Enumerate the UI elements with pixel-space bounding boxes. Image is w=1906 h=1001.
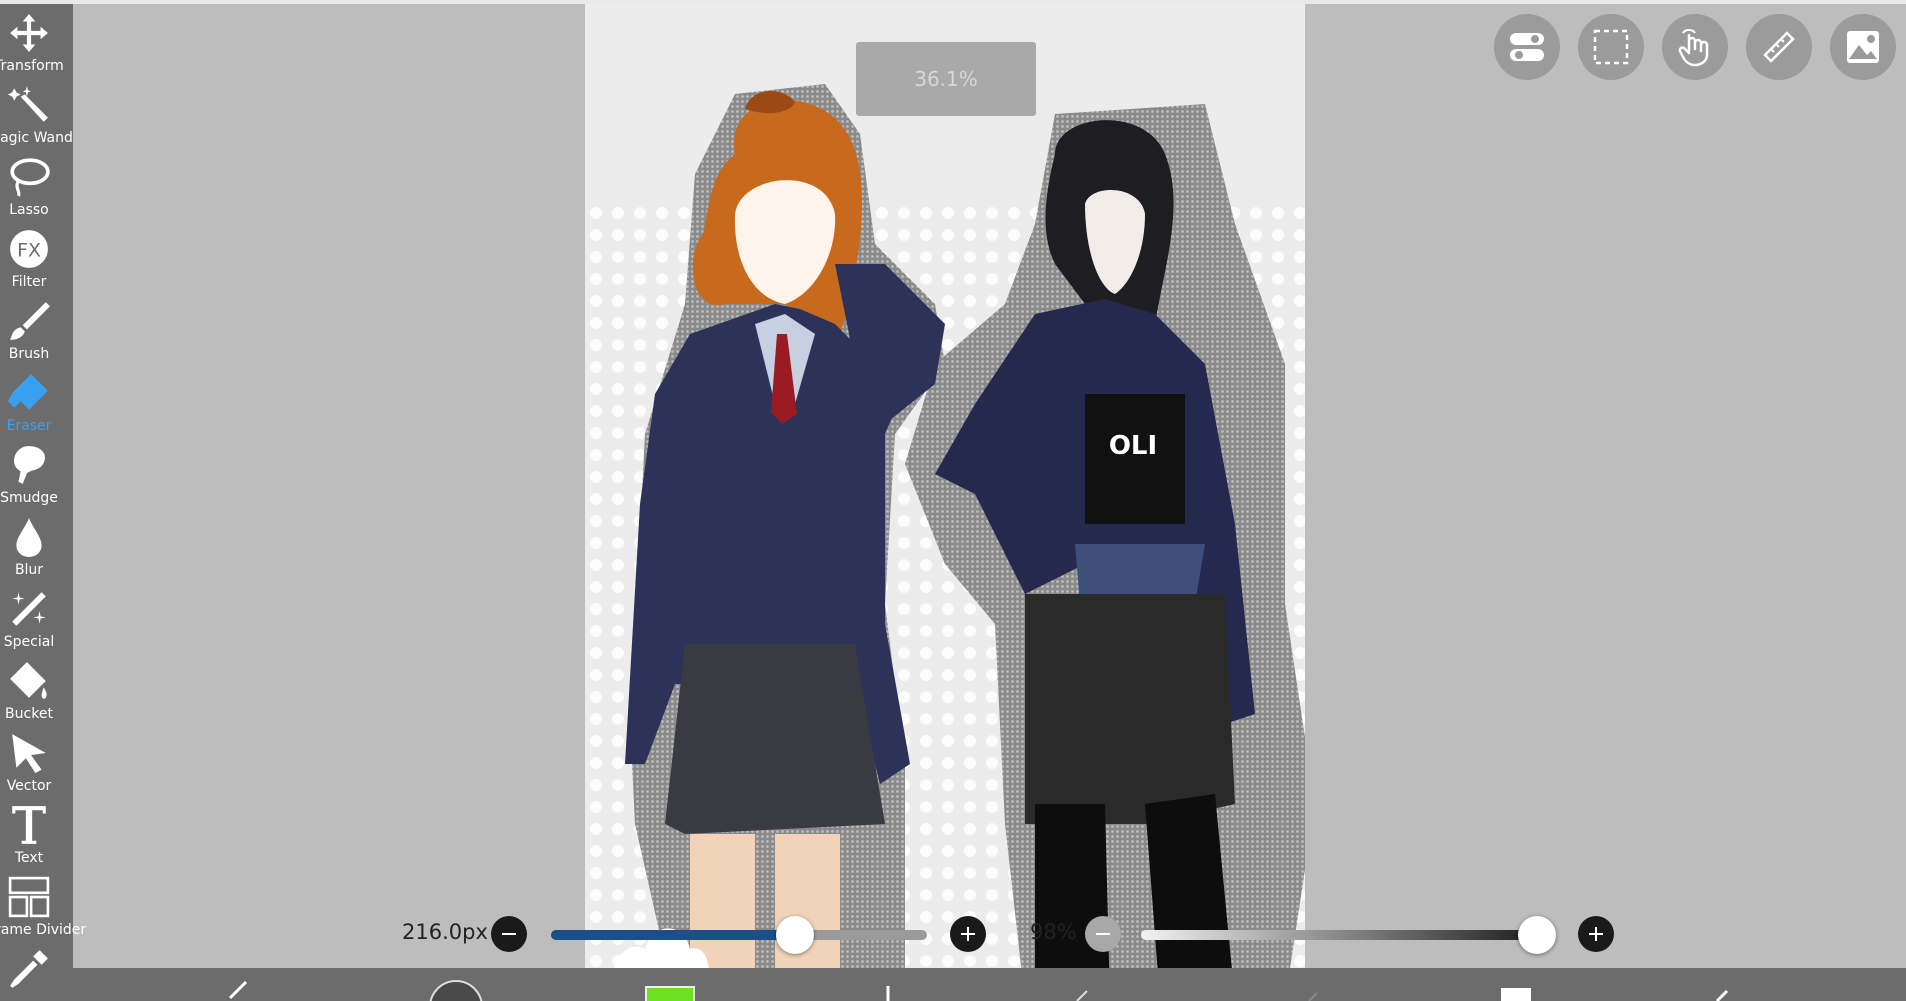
layer-button[interactable] [1830,14,1896,80]
tool-magic-wand[interactable]: Magic Wand [0,80,73,152]
tool-brush[interactable]: Brush [0,296,73,368]
lasso-icon [10,158,50,197]
plus-icon [961,927,975,941]
tool-label: Frame Divider [0,922,87,938]
ruler-button[interactable] [1746,14,1812,80]
brush-preview[interactable] [429,980,483,1001]
brush-size-decrease-button[interactable] [491,916,527,952]
opacity-increase-button[interactable] [1578,916,1614,952]
plus-icon [1589,927,1603,941]
opacity-value: 98% [1030,920,1077,944]
hand-gesture-icon [1678,29,1709,67]
redo-icon[interactable] [1073,968,1093,1001]
tool-label: Transform [0,58,64,74]
tool-special[interactable]: Special [0,584,73,656]
selection-icon [1593,29,1629,65]
brush-size-fill [551,930,796,940]
smudge-icon [14,446,45,484]
tool-label: Vector [6,778,52,794]
color-swatch[interactable] [645,986,695,1001]
filter-fx-icon: FX [10,230,48,268]
tool-label: Text [14,850,44,866]
bottom-toolbar [73,968,1906,1001]
settings-toggle-button[interactable] [1494,14,1560,80]
undo-icon[interactable] [878,968,898,1001]
ruler-icon [1763,31,1795,63]
tool-label: Special [3,634,55,650]
opacity-slider[interactable] [1141,916,1556,954]
blur-drop-icon [16,518,42,557]
eyedropper-icon [10,950,48,988]
selection-button[interactable] [1578,14,1644,80]
opacity-decrease-button[interactable] [1085,916,1121,952]
tool-eraser[interactable]: Eraser [0,368,73,440]
tool-label: Lasso [9,202,49,218]
back-icon[interactable] [1713,968,1733,1001]
tool-blur[interactable]: Blur [0,512,73,584]
tool-label: Filter [11,274,47,290]
tool-eyedropper[interactable] [0,944,73,1001]
tool-label: Smudge [0,490,58,506]
layers-icon[interactable] [1501,988,1531,1001]
tool-label: Brush [8,346,50,362]
bucket-icon [10,662,47,699]
vector-arrow-icon [12,734,46,773]
tool-bucket[interactable]: Bucket [0,656,73,728]
drawing-canvas[interactable]: OLI [585,4,1305,1001]
tool-label: Magic Wand [0,130,73,146]
eraser-icon [8,374,48,410]
opacity-thumb[interactable] [1517,916,1556,954]
artwork: OLI [585,4,1305,1001]
brush-icon [10,302,50,340]
zoom-indicator: 36.1% [856,42,1036,116]
toggle-settings-icon [1510,33,1544,61]
brush-settings-icon[interactable] [226,968,252,1001]
police-text-art: OLI [1109,431,1157,461]
tool-label: Eraser [6,418,52,434]
app-window: Transform Magic Wand Lasso FX Filter Bru… [0,0,1906,1001]
tool-vector[interactable]: Vector [0,728,73,800]
tool-transform[interactable]: Transform [0,8,73,80]
minus-icon [1096,933,1110,935]
tool-lasso[interactable]: Lasso [0,152,73,224]
gesture-button[interactable] [1662,14,1728,80]
special-icon [12,592,46,626]
tool-frame-divider[interactable]: Frame Divider [0,872,87,944]
text-icon [12,806,46,844]
tool-label: Blur [14,562,44,578]
more-icon[interactable] [1303,968,1323,1001]
tool-text[interactable]: Text [0,800,73,872]
brush-size-value: 216.0px [402,920,488,944]
brush-size-increase-button[interactable] [950,916,986,952]
tool-filter[interactable]: FX Filter [0,224,73,296]
layer-image-icon [1847,31,1879,63]
brush-size-slider[interactable] [551,916,927,954]
svg-text:FX: FX [17,239,41,261]
tool-label: Bucket [5,706,53,722]
minus-icon [502,933,516,935]
transform-icon [10,14,48,52]
tool-sidebar: Transform Magic Wand Lasso FX Filter Bru… [0,4,87,1001]
frame-divider-icon [8,876,50,918]
tool-smudge[interactable]: Smudge [0,440,73,512]
magic-wand-icon [8,86,48,122]
